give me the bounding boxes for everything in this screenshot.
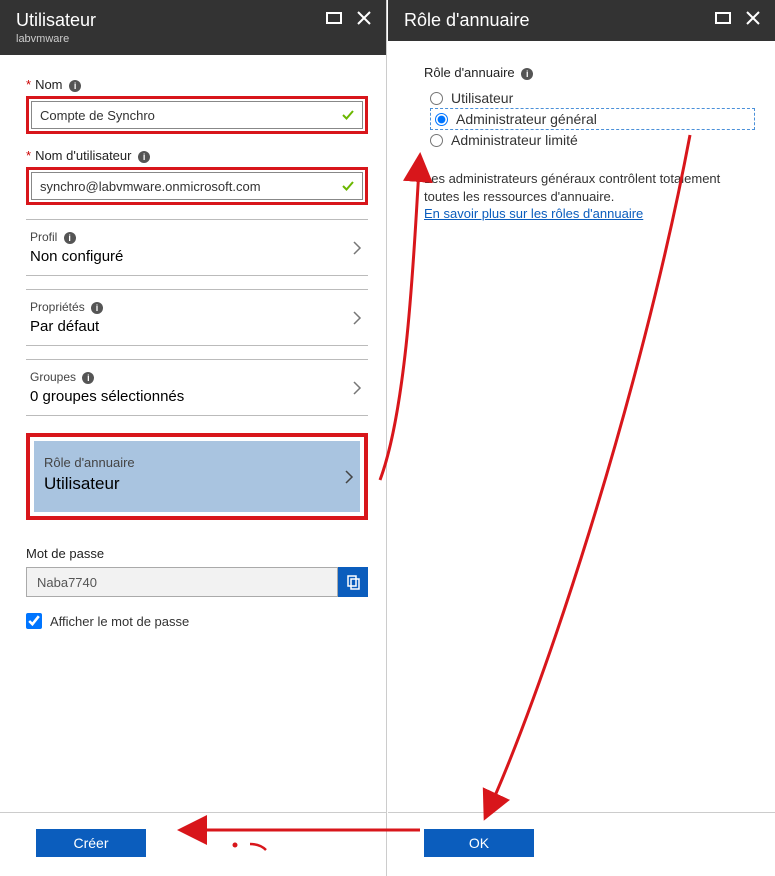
blade-title: Utilisateur [16,10,96,31]
create-button[interactable]: Créer [36,829,146,857]
password-label: Mot de passe [26,546,368,561]
check-icon [341,179,355,193]
groups-item[interactable]: Groupes i 0 groupes sélectionnés [26,359,368,416]
user-blade: Utilisateur labvmware *Nom i * [0,0,387,876]
info-icon: i [64,232,76,244]
blade-footer-left: Créer [0,812,386,876]
highlight-box [26,167,368,205]
info-icon[interactable]: i [138,151,150,163]
role-section-label: Rôle d'annuaire i [424,65,755,80]
properties-item[interactable]: Propriétés i Par défaut [26,289,368,346]
copy-button[interactable] [338,567,368,597]
maximize-icon[interactable] [326,10,342,26]
learn-more-link[interactable]: En savoir plus sur les rôles d'annuaire [424,206,643,221]
radio-limited-admin[interactable]: Administrateur limité [430,130,755,150]
username-label: *Nom d'utilisateur i [26,148,368,163]
directory-role-item[interactable]: Rôle d'annuaire Utilisateur [34,441,360,512]
blade-subtitle: labvmware [16,33,96,45]
radio-user[interactable]: Utilisateur [430,88,755,108]
blade-body-right: Rôle d'annuaire i Utilisateur Administra… [388,41,775,221]
radio-global-admin[interactable]: Administrateur général [430,108,755,130]
check-icon [341,108,355,122]
maximize-icon[interactable] [715,10,731,26]
info-icon[interactable]: i [521,68,533,80]
highlight-box [26,96,368,134]
close-icon[interactable] [745,10,761,26]
username-input[interactable] [31,172,363,200]
info-icon: i [82,372,94,384]
password-field[interactable] [26,567,338,597]
blade-header-left: Utilisateur labvmware [0,0,386,55]
show-password-checkbox[interactable]: Afficher le mot de passe [26,613,368,629]
info-icon: i [91,302,103,314]
password-section: Mot de passe Afficher le mot de passe [26,546,368,629]
ok-button[interactable]: OK [424,829,534,857]
blade-header-right: Rôle d'annuaire [388,0,775,41]
blade-title: Rôle d'annuaire [404,10,530,31]
highlight-box: Rôle d'annuaire Utilisateur [26,433,368,520]
blade-footer-right: OK [388,812,775,876]
chevron-right-icon [352,380,362,396]
blade-body-left: *Nom i *Nom d'utilisateur i Pr [0,55,386,629]
role-description: Les administrateurs généraux contrôlent … [424,170,755,206]
chevron-right-icon [352,240,362,256]
chevron-right-icon [344,469,354,485]
info-icon[interactable]: i [69,80,81,92]
role-blade: Rôle d'annuaire Rôle d'annuaire i Utilis… [388,0,775,876]
name-label: *Nom i [26,77,368,92]
chevron-right-icon [352,310,362,326]
name-input[interactable] [31,101,363,129]
profile-item[interactable]: Profil i Non configuré [26,219,368,276]
close-icon[interactable] [356,10,372,26]
